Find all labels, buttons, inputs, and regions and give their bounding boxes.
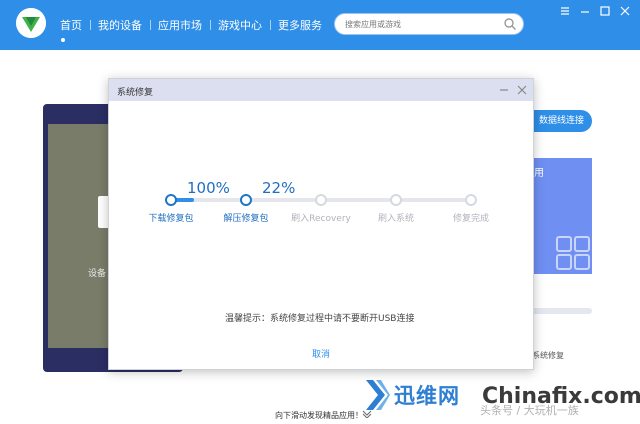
- watermark-brand: 迅维网: [394, 384, 460, 408]
- nav-active-indicator: [61, 38, 65, 42]
- nav-more-services[interactable]: 更多服务: [270, 17, 330, 33]
- step-dot-5: [465, 194, 477, 206]
- step-dot-4: [390, 194, 402, 206]
- step-dot-3: [315, 194, 327, 206]
- step-label-1: 下载修复包: [148, 214, 194, 224]
- main-nav: 首页 我的设备 应用市场 游戏中心 更多服务: [52, 0, 330, 50]
- nav-my-devices[interactable]: 我的设备: [90, 17, 150, 33]
- top-bar: 首页 我的设备 应用市场 游戏中心 更多服务: [0, 0, 640, 50]
- search-input[interactable]: [345, 18, 495, 31]
- maximize-icon[interactable]: [598, 4, 612, 18]
- step-dot-1: [165, 194, 177, 206]
- close-icon[interactable]: [618, 4, 632, 18]
- nav-home[interactable]: 首页: [52, 17, 90, 33]
- step-percent-2: 22%: [262, 179, 296, 197]
- step-label-5: 修复完成: [452, 214, 490, 224]
- dialog-header: 系统修复: [109, 79, 533, 101]
- minimize-icon[interactable]: [497, 83, 511, 97]
- menu-icon[interactable]: [558, 4, 572, 18]
- search-icon[interactable]: [503, 17, 517, 31]
- device-status-text: 设备: [88, 269, 107, 279]
- search-box: [334, 13, 524, 35]
- step-label-3: 刷入Recovery: [291, 214, 351, 224]
- watermark-tag: 头条号 / 大玩机一族: [480, 404, 579, 417]
- scroll-hint: 向下滑动发现精品应用！: [275, 411, 363, 420]
- system-repair-dialog: 系统修复 下载修复包 100% 解压修复包 22% 刷入Recovery 刷入系统 修复完成…: [108, 78, 534, 370]
- close-icon[interactable]: [515, 83, 529, 97]
- apps-grid-icon: [556, 236, 590, 270]
- dialog-title: 系统修复: [117, 88, 154, 98]
- nav-app-market[interactable]: 应用市场: [150, 17, 210, 33]
- step-label-4: 刷入系统: [377, 214, 415, 224]
- watermark-logo: [366, 380, 390, 410]
- app-logo[interactable]: [16, 8, 46, 38]
- window-controls: [558, 4, 632, 18]
- step-label-2: 解压修复包: [223, 214, 269, 224]
- minimize-icon[interactable]: [578, 4, 592, 18]
- step-percent-1: 100%: [187, 179, 230, 197]
- cancel-button[interactable]: 取消: [297, 345, 345, 361]
- nav-game-center[interactable]: 游戏中心: [210, 17, 270, 33]
- step-dot-2: [240, 194, 252, 206]
- warning-tip: 温馨提示：系统修复过程中请不要断开USB连接: [225, 314, 415, 324]
- feature-panel-label: 用: [534, 168, 544, 179]
- system-repair-link[interactable]: 系统修复: [532, 350, 564, 361]
